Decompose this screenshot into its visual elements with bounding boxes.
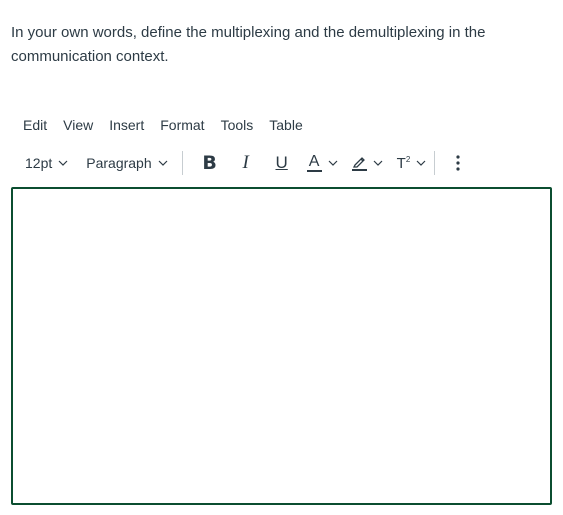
font-size-value: 12pt — [25, 155, 53, 171]
superscript-button[interactable]: T2 — [397, 155, 427, 172]
menu-tools[interactable]: Tools — [221, 117, 254, 133]
highlight-color-button[interactable] — [351, 155, 383, 171]
chevron-down-icon — [328, 160, 338, 166]
toolbar-separator — [181, 151, 183, 175]
underline-button[interactable]: U — [271, 153, 293, 173]
menu-edit[interactable]: Edit — [23, 117, 47, 133]
toolbar-separator — [434, 151, 436, 175]
font-color-swatch — [306, 170, 322, 172]
italic-button[interactable]: I — [235, 152, 257, 174]
bold-button[interactable]: B — [197, 152, 223, 174]
menu-table[interactable]: Table — [269, 117, 302, 133]
editor-menubar: Edit View Insert Format Tools Table — [23, 114, 319, 136]
menu-format[interactable]: Format — [160, 117, 204, 133]
highlighter-icon — [352, 157, 365, 168]
more-options-button[interactable] — [447, 155, 469, 171]
font-color-label: A — [308, 153, 320, 170]
chevron-down-icon — [416, 160, 426, 166]
editor-toolbar: 12pt Paragraph B I U A T2 — [25, 150, 505, 176]
font-color-button[interactable]: A — [306, 153, 338, 172]
superscript-label: T — [396, 154, 406, 172]
chevron-down-icon — [58, 160, 68, 166]
chevron-down-icon — [373, 160, 383, 166]
chevron-down-icon — [158, 160, 168, 166]
menu-view[interactable]: View — [63, 117, 93, 133]
highlight-swatch — [351, 169, 367, 171]
font-size-dropdown[interactable]: 12pt — [25, 155, 68, 171]
question-text: In your own words, define the multiplexi… — [11, 24, 486, 65]
rich-text-editor-area[interactable] — [11, 187, 552, 505]
superscript-mark: 2 — [405, 154, 411, 164]
block-format-value: Paragraph — [86, 155, 152, 171]
more-vertical-icon — [456, 155, 460, 171]
block-format-dropdown[interactable]: Paragraph — [86, 155, 168, 171]
menu-insert[interactable]: Insert — [109, 117, 144, 133]
